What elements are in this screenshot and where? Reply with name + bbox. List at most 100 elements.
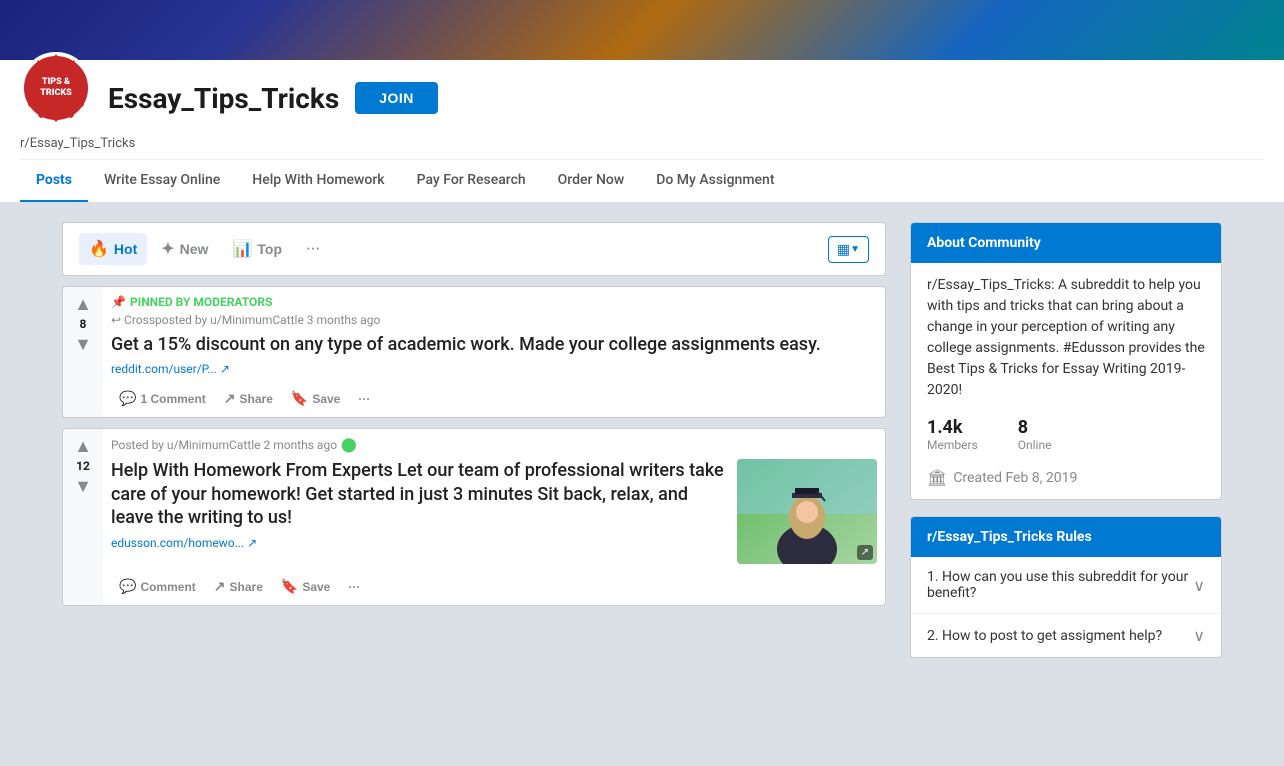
post-actions-1: 💬 1 Comment ↗ Share 🔖 Save ··· (111, 384, 877, 413)
members-count: 1.4k (927, 417, 978, 438)
post-thumbnail-2[interactable]: ↗ (737, 459, 877, 564)
post-link-text-2: edusson.com/homewo... (111, 536, 244, 550)
sort-bar: 🔥 Hot ✦ New 📊 Top ··· ▦ ▼ (62, 222, 886, 276)
share-icon-2: ↗ (214, 578, 226, 595)
comment-button-1[interactable]: 💬 1 Comment (111, 384, 214, 413)
comment-icon-2: 💬 (119, 578, 136, 595)
subreddit-header: TIPS & TRICKS Essay_Tips_Tricks JOIN r/E… (0, 60, 1284, 202)
top-icon: 📊 (232, 239, 252, 259)
upvote-button-2[interactable]: ▲ (74, 437, 92, 455)
rule-item-1[interactable]: 1. How can you use this subreddit for yo… (911, 557, 1221, 614)
view-toggle-button[interactable]: ▦ ▼ (828, 236, 869, 263)
share-button-1[interactable]: ↗ Share (216, 384, 281, 413)
community-stats-row: 1.4k Members 8 Online (927, 417, 1205, 452)
share-icon-1: ↗ (224, 390, 236, 407)
join-button[interactable]: JOIN (355, 82, 438, 114)
members-stat: 1.4k Members (927, 417, 978, 452)
tab-assignment[interactable]: Do My Assignment (640, 160, 790, 202)
tab-posts[interactable]: Posts (20, 160, 88, 202)
sort-top-button[interactable]: 📊 Top (222, 233, 292, 265)
pin-icon: 📌 (111, 295, 126, 309)
vote-column-1: ▲ 8 ▼ (63, 287, 103, 417)
created-icon: 🏛 (927, 468, 947, 487)
share-label-2: Share (230, 580, 263, 594)
rule-label-2: 2. How to post to get assigment help? (927, 628, 1162, 644)
save-button-2[interactable]: 🔖 Save (273, 572, 338, 601)
comment-button-2[interactable]: 💬 Comment (111, 572, 204, 601)
view-icon: ▦ (837, 241, 850, 258)
view-chevron: ▼ (850, 244, 860, 255)
rules-card: r/Essay_Tips_Tricks Rules 1. How can you… (910, 516, 1222, 658)
online-dot-icon: ⬤ (341, 437, 357, 453)
new-icon: ✦ (161, 239, 174, 259)
post-link-2[interactable]: edusson.com/homewo... ↗ (111, 536, 725, 550)
pinned-text: PINNED BY MODERATORS (130, 295, 272, 309)
external-link-icon-2: ↗ (247, 536, 257, 550)
rule-label-1: 1. How can you use this subreddit for yo… (927, 569, 1193, 601)
rules-header: r/Essay_Tips_Tricks Rules (911, 517, 1221, 557)
comment-label-2: Comment (140, 580, 195, 594)
logo-text-line1: TIPS & (42, 77, 70, 88)
save-icon-2: 🔖 (281, 578, 298, 595)
rule-item-2[interactable]: 2. How to post to get assigment help? ∨ (911, 614, 1221, 657)
downvote-button-2[interactable]: ▼ (74, 477, 92, 495)
subreddit-title-area: Essay_Tips_Tricks JOIN (108, 82, 438, 115)
upvote-button-1[interactable]: ▲ (74, 295, 92, 313)
sort-top-label: Top (257, 241, 282, 257)
downvote-button-1[interactable]: ▼ (74, 335, 92, 353)
sort-new-label: New (180, 241, 209, 257)
main-layout: 🔥 Hot ✦ New 📊 Top ··· ▦ ▼ ▲ (42, 222, 1242, 674)
about-community-body: r/Essay_Tips_Tricks: A subreddit to help… (911, 263, 1221, 499)
sort-hot-button[interactable]: 🔥 Hot (79, 233, 147, 265)
vote-count-1: 8 (80, 317, 87, 331)
chevron-down-icon-2: ∨ (1193, 626, 1205, 645)
external-link-icon-1: ↗ (220, 362, 230, 376)
subreddit-name: Essay_Tips_Tricks (108, 82, 339, 115)
save-button-1[interactable]: 🔖 Save (283, 384, 348, 413)
subreddit-header-top: TIPS & TRICKS Essay_Tips_Tricks JOIN (20, 72, 1264, 134)
more-icon-1: ··· (358, 392, 370, 406)
created-label: Created Feb 8, 2019 (953, 470, 1077, 486)
tab-write-essay[interactable]: Write Essay Online (88, 160, 236, 202)
sort-new-button[interactable]: ✦ New (151, 233, 218, 265)
tab-homework[interactable]: Help With Homework (236, 160, 400, 202)
subreddit-logo: TIPS & TRICKS (20, 52, 92, 124)
chevron-down-icon-1: ∨ (1193, 576, 1205, 595)
more-icon-2: ··· (348, 580, 360, 594)
logo-badge: TIPS & TRICKS (24, 54, 88, 122)
logo-text-line2: TRICKS (40, 88, 72, 99)
sort-hot-label: Hot (114, 241, 137, 257)
online-label: Online (1018, 438, 1052, 452)
post-actions-2: 💬 Comment ↗ Share 🔖 Save ··· (111, 572, 877, 601)
save-icon-1: 🔖 (291, 390, 308, 407)
nav-tabs: Posts Write Essay Online Help With Homew… (20, 159, 1264, 202)
post-card-pinned: ▲ 8 ▼ 📌 PINNED BY MODERATORS ↩ Crosspost… (62, 286, 886, 418)
header-banner (0, 0, 1284, 60)
post-card-2: ▲ 12 ▼ Posted by u/MinimumCattle 2 month… (62, 428, 886, 606)
sort-more-button[interactable]: ··· (298, 235, 328, 264)
comment-icon-1: 💬 (119, 390, 136, 407)
members-label: Members (927, 438, 978, 452)
post-meta-2: Posted by u/MinimumCattle 2 months ago ⬤ (111, 437, 877, 453)
post-content-1: 📌 PINNED BY MODERATORS ↩ Crossposted by … (103, 287, 885, 417)
post-title-1[interactable]: Get a 15% discount on any type of academ… (111, 333, 877, 356)
tab-pay-research[interactable]: Pay For Research (401, 160, 542, 202)
more-button-1[interactable]: ··· (350, 384, 378, 413)
subreddit-handle: r/Essay_Tips_Tricks (20, 136, 1264, 151)
post-text-area-2: Help With Homework From Experts Let our … (111, 459, 725, 549)
vote-count-2: 12 (76, 459, 90, 473)
comment-label-1: 1 Comment (140, 392, 205, 406)
about-community-card: About Community r/Essay_Tips_Tricks: A s… (910, 222, 1222, 500)
tab-order-now[interactable]: Order Now (542, 160, 641, 202)
feed: 🔥 Hot ✦ New 📊 Top ··· ▦ ▼ ▲ (62, 222, 886, 674)
posted-by-text-2: Posted by u/MinimumCattle 2 months ago (111, 438, 337, 452)
hot-icon: 🔥 (89, 239, 109, 259)
pinned-label: 📌 PINNED BY MODERATORS (111, 295, 877, 309)
about-community-description: r/Essay_Tips_Tricks: A subreddit to help… (927, 275, 1205, 401)
more-button-2[interactable]: ··· (340, 572, 368, 601)
post-title-2[interactable]: Help With Homework From Experts Let our … (111, 459, 725, 529)
crosspost-arrow-icon: ↩ (111, 313, 121, 327)
share-button-2[interactable]: ↗ Share (206, 572, 271, 601)
online-count: 8 (1018, 417, 1052, 438)
post-link-1[interactable]: reddit.com/user/P... ↗ (111, 362, 877, 376)
